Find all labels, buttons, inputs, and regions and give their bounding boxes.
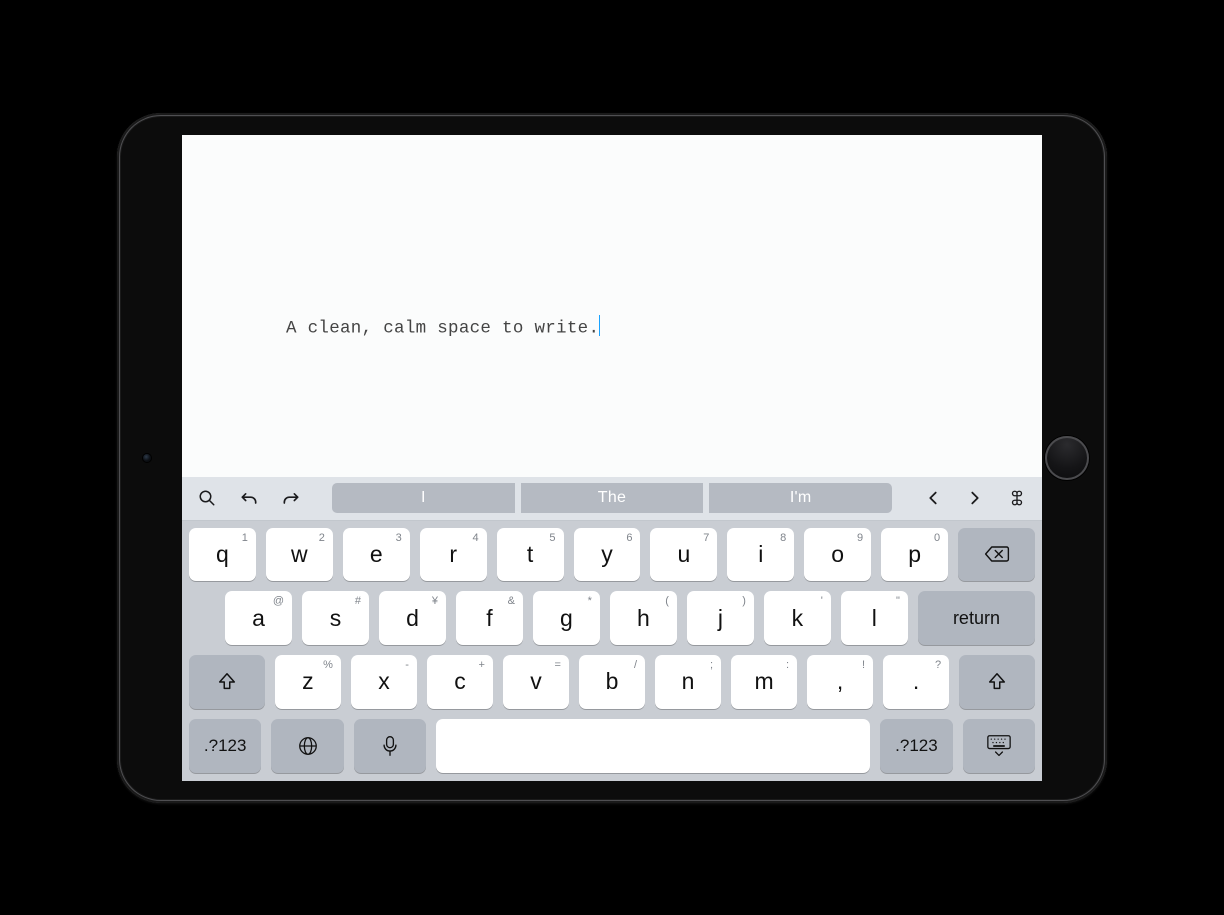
- key-r[interactable]: 4r: [420, 528, 487, 582]
- command-icon[interactable]: [1000, 481, 1034, 515]
- predictive-text-group: I The I'm: [332, 483, 892, 513]
- undo-icon[interactable]: [232, 481, 266, 515]
- numbers-key-left[interactable]: .?123: [189, 719, 261, 773]
- keyboard-accessory-bar: I The I'm: [182, 477, 1042, 521]
- dictation-key[interactable]: [354, 719, 426, 773]
- key-row-1: 1q 2w 3e 4r 5t 6y 7u 8i 9o 0p: [189, 528, 1035, 582]
- backspace-key[interactable]: [958, 528, 1035, 582]
- shift-key-right[interactable]: [959, 655, 1035, 709]
- shift-icon: [216, 671, 238, 693]
- key-comma[interactable]: !,: [807, 655, 873, 709]
- key-s[interactable]: #s: [302, 591, 369, 645]
- text-editor[interactable]: A clean, calm space to write.: [182, 135, 1042, 477]
- keyboard: I The I'm 1q 2w: [182, 477, 1042, 781]
- keyboard-dismiss-icon: [986, 734, 1012, 758]
- key-y[interactable]: 6y: [574, 528, 641, 582]
- key-m[interactable]: :m: [731, 655, 797, 709]
- keyboard-keys: 1q 2w 3e 4r 5t 6y 7u 8i 9o 0p: [182, 521, 1042, 781]
- key-row-2: @a #s ¥d &f *g (h )j 'k "l return: [189, 591, 1035, 645]
- front-camera: [143, 454, 151, 462]
- prediction-2[interactable]: The: [521, 483, 704, 513]
- key-i[interactable]: 8i: [727, 528, 794, 582]
- key-period[interactable]: ?.: [883, 655, 949, 709]
- key-row-4: .?123 .?123: [189, 719, 1035, 773]
- search-icon[interactable]: [190, 481, 224, 515]
- microphone-icon: [382, 735, 398, 757]
- backspace-icon: [983, 544, 1011, 564]
- key-q[interactable]: 1q: [189, 528, 256, 582]
- text-cursor: [599, 315, 600, 336]
- editor-text: A clean, calm space to write.: [286, 315, 600, 339]
- screen: A clean, calm space to write. I The I'm: [182, 135, 1042, 781]
- key-j[interactable]: )j: [687, 591, 754, 645]
- key-t[interactable]: 5t: [497, 528, 564, 582]
- prediction-3[interactable]: I'm: [709, 483, 892, 513]
- key-b[interactable]: /b: [579, 655, 645, 709]
- return-key[interactable]: return: [918, 591, 1035, 645]
- key-f[interactable]: &f: [456, 591, 523, 645]
- key-c[interactable]: +c: [427, 655, 493, 709]
- key-x[interactable]: -x: [351, 655, 417, 709]
- chevron-left-icon[interactable]: [916, 481, 950, 515]
- ipad-frame: A clean, calm space to write. I The I'm: [117, 113, 1107, 803]
- key-v[interactable]: =v: [503, 655, 569, 709]
- key-g[interactable]: *g: [533, 591, 600, 645]
- key-row-3: %z -x +c =v /b ;n :m !, ?.: [189, 655, 1035, 709]
- shift-key-left[interactable]: [189, 655, 265, 709]
- key-e[interactable]: 3e: [343, 528, 410, 582]
- chevron-right-icon[interactable]: [958, 481, 992, 515]
- globe-icon: [297, 735, 319, 757]
- key-z[interactable]: %z: [275, 655, 341, 709]
- dismiss-keyboard-key[interactable]: [963, 719, 1035, 773]
- home-button[interactable]: [1045, 436, 1089, 480]
- globe-key[interactable]: [271, 719, 343, 773]
- key-p[interactable]: 0p: [881, 528, 948, 582]
- key-w[interactable]: 2w: [266, 528, 333, 582]
- key-h[interactable]: (h: [610, 591, 677, 645]
- key-k[interactable]: 'k: [764, 591, 831, 645]
- key-o[interactable]: 9o: [804, 528, 871, 582]
- key-n[interactable]: ;n: [655, 655, 721, 709]
- numbers-key-right[interactable]: .?123: [880, 719, 952, 773]
- shift-icon: [986, 671, 1008, 693]
- redo-icon[interactable]: [274, 481, 308, 515]
- key-d[interactable]: ¥d: [379, 591, 446, 645]
- prediction-1[interactable]: I: [332, 483, 515, 513]
- key-l[interactable]: "l: [841, 591, 908, 645]
- key-u[interactable]: 7u: [650, 528, 717, 582]
- space-key[interactable]: [436, 719, 870, 773]
- key-a[interactable]: @a: [225, 591, 292, 645]
